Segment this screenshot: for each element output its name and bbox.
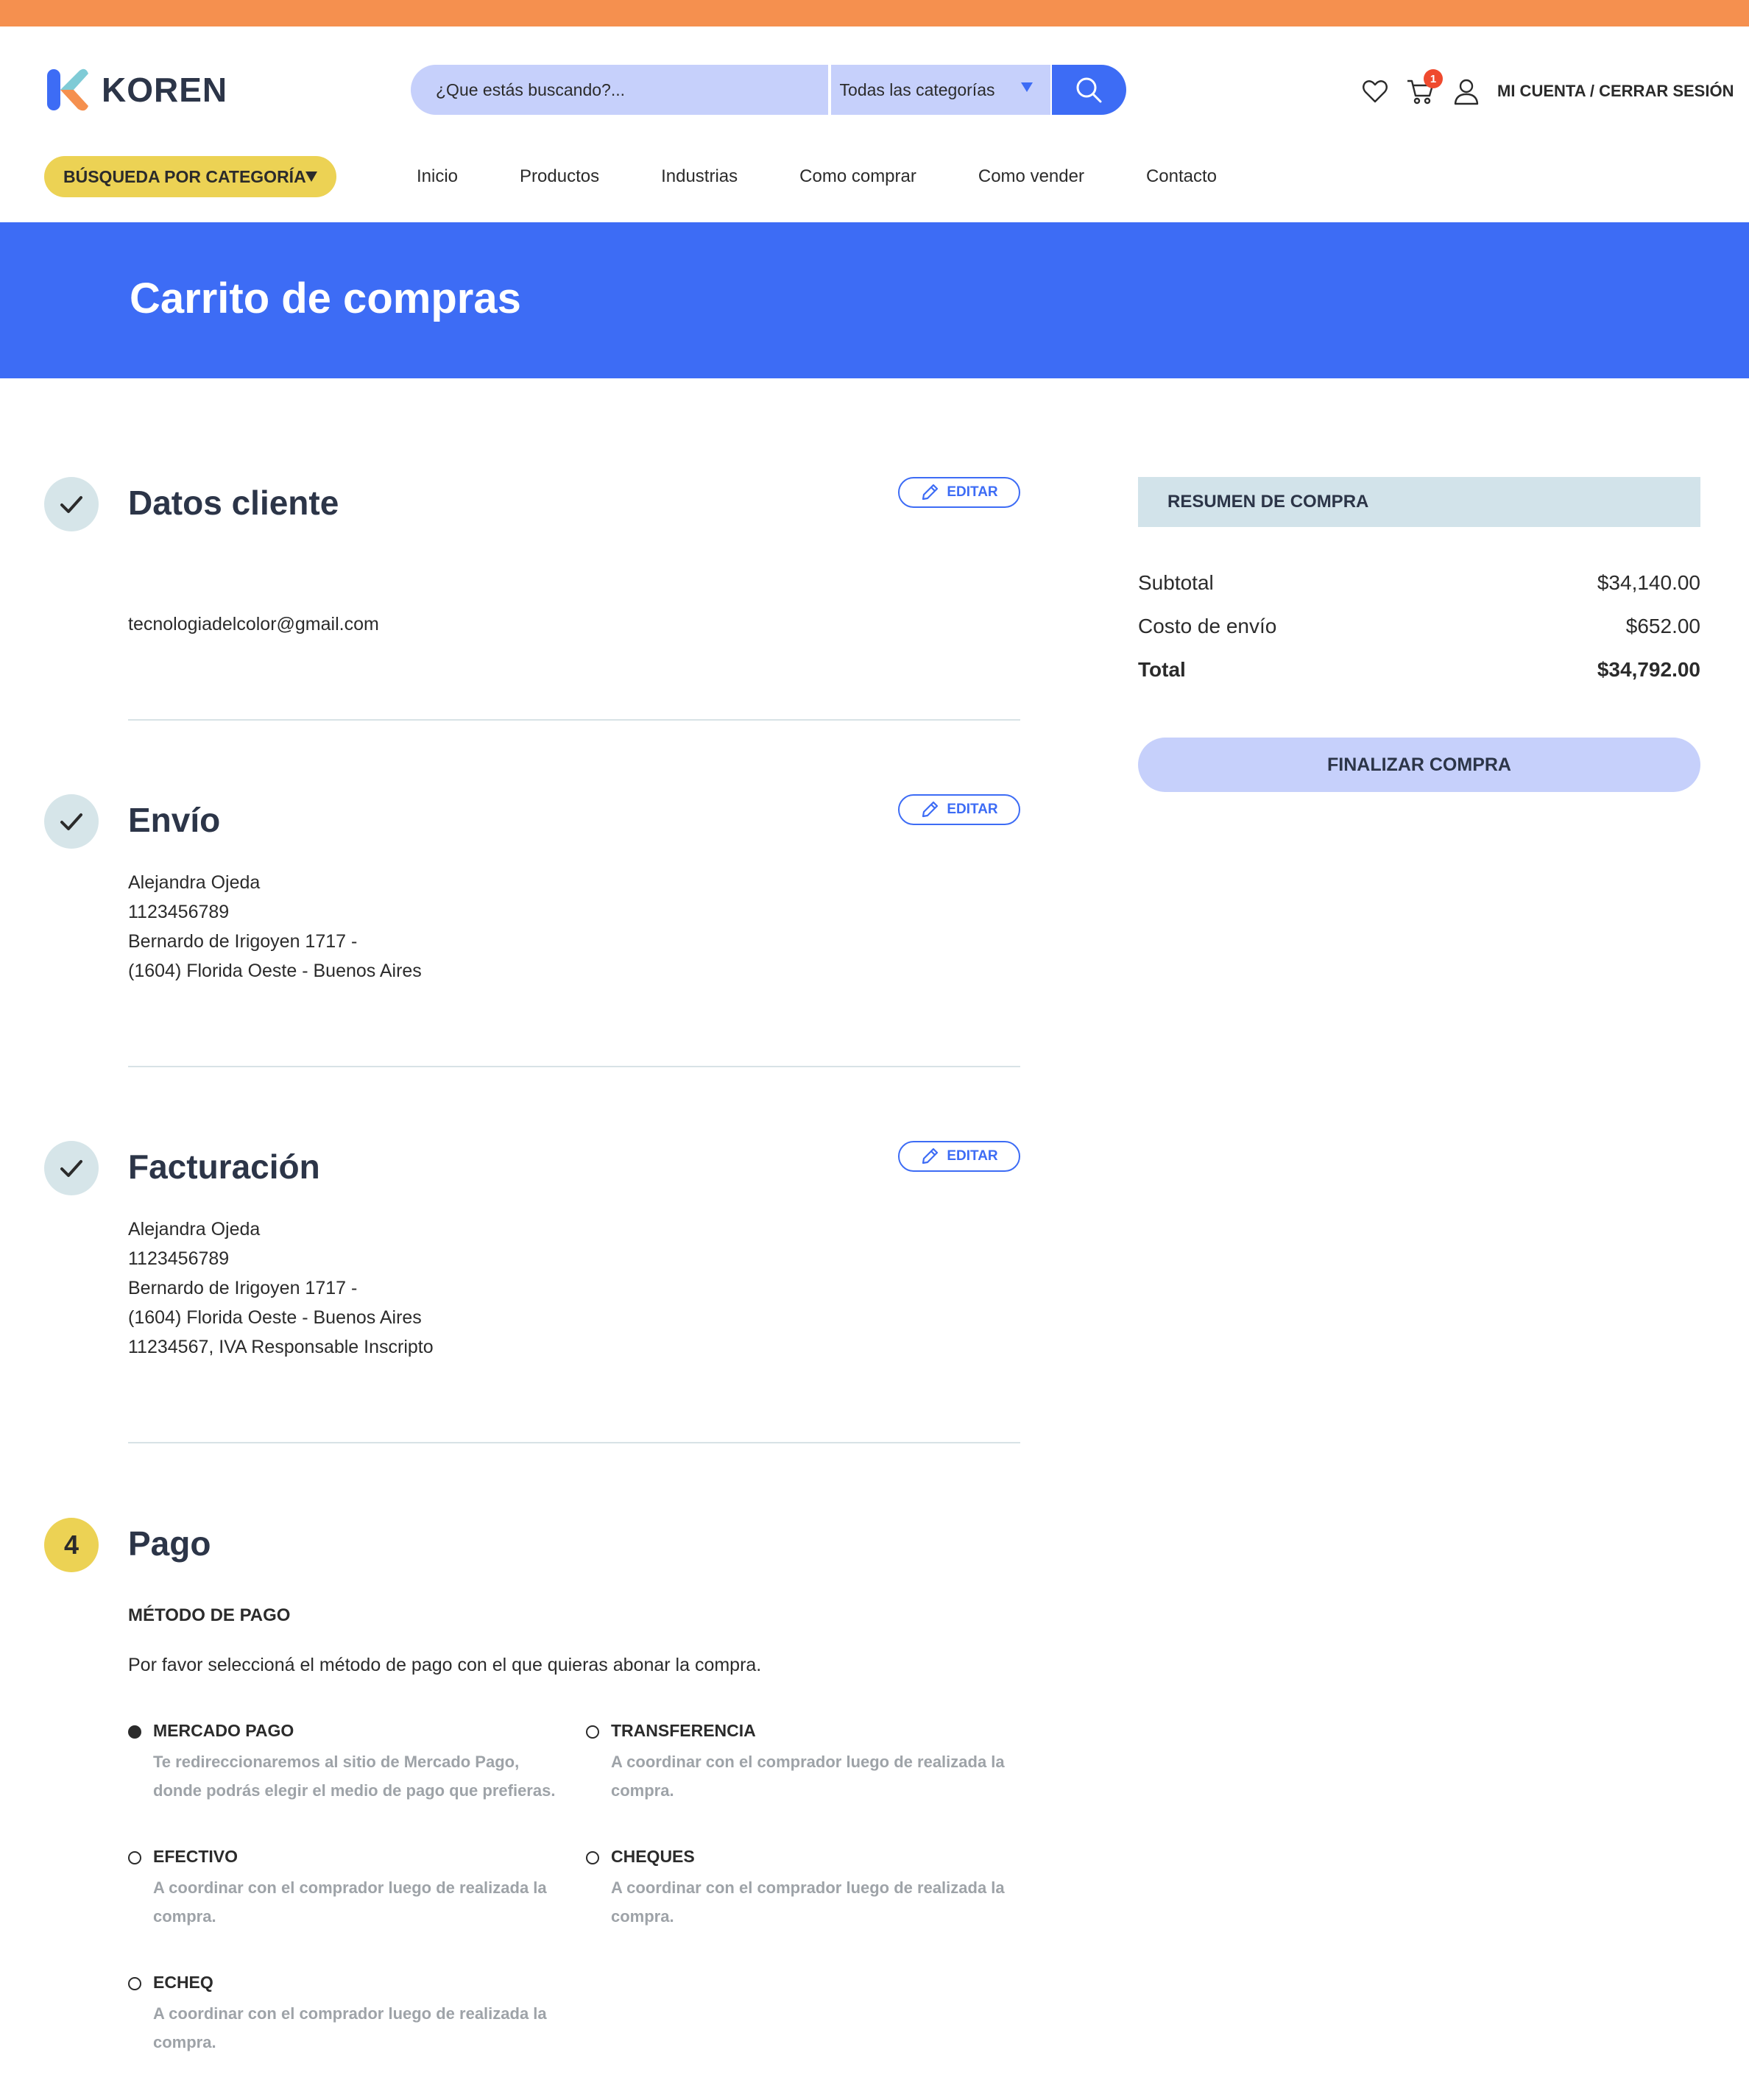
total-value: $34,792.00: [1597, 658, 1700, 681]
step-title: Datos cliente: [128, 484, 339, 522]
checkmark-icon: [60, 813, 82, 830]
wishlist-button[interactable]: [1357, 74, 1393, 109]
heart-icon: [1363, 80, 1388, 103]
radio-button[interactable]: [586, 1725, 599, 1739]
pencil-icon: [922, 801, 939, 818]
koren-logo-icon: [47, 68, 88, 111]
edit-label: EDITAR: [947, 484, 998, 500]
step-number-badge: 4: [44, 1518, 99, 1572]
checkmark-icon: [60, 1160, 82, 1177]
edit-cliente-button[interactable]: EDITAR: [898, 477, 1020, 508]
payment-method-label: MÉTODO DE PAGO: [128, 1605, 291, 1625]
shipping-cost-value: $652.00: [1625, 615, 1700, 637]
radio-button[interactable]: [128, 1725, 141, 1739]
category-search-button[interactable]: BÚSQUEDA POR CATEGORÍA: [44, 156, 336, 197]
billing-tax-id: 11234567, IVA Responsable Inscripto: [128, 1337, 434, 1357]
payment-option-name: EFECTIVO: [153, 1847, 239, 1866]
search-input[interactable]: [411, 65, 828, 115]
step-complete-badge: [44, 794, 99, 849]
summary-total-row: Total $34,792.00: [1138, 658, 1700, 682]
billing-city: (1604) Florida Oeste - Buenos Aires: [128, 1307, 422, 1328]
checkmark-icon: [60, 496, 82, 513]
payment-option-desc: A coordinar con el comprador luego de re…: [611, 1753, 1005, 1800]
account-icon-button[interactable]: [1449, 74, 1484, 109]
category-select[interactable]: Todas las categorías: [830, 65, 1050, 115]
radio-button[interactable]: [128, 1851, 141, 1864]
subtotal-value: $34,140.00: [1597, 571, 1700, 594]
page-title: Carrito de compras: [130, 275, 521, 322]
divider: [128, 719, 1020, 721]
category-search-label: BÚSQUEDA POR CATEGORÍA: [63, 166, 306, 186]
subtotal-label: Subtotal: [1138, 571, 1214, 594]
cart-button[interactable]: 1: [1403, 69, 1443, 109]
divider: [128, 1066, 1020, 1067]
billing-name: Alejandra Ojeda: [128, 1219, 261, 1240]
nav-item-como-comprar[interactable]: Como comprar: [799, 166, 916, 187]
payment-instructions: Por favor seleccioná el método de pago c…: [128, 1655, 762, 1675]
billing-phone: 1123456789: [128, 1248, 230, 1269]
site-header: KOREN Todas las categorías 1: [0, 26, 1749, 221]
nav-item-inicio[interactable]: Inicio: [417, 166, 458, 187]
pencil-icon: [922, 1148, 939, 1164]
edit-envio-button[interactable]: EDITAR: [898, 794, 1020, 825]
brand-name: KOREN: [102, 71, 228, 109]
category-select-value: Todas las categorías: [839, 79, 995, 99]
edit-facturacion-button[interactable]: EDITAR: [898, 1141, 1020, 1172]
nav-item-contacto[interactable]: Contacto: [1146, 166, 1217, 187]
shipping-city: (1604) Florida Oeste - Buenos Aires: [128, 961, 422, 981]
summary-subtotal-row: Subtotal $34,140.00: [1138, 571, 1700, 595]
shipping-street: Bernardo de Irigoyen 1717 -: [128, 931, 358, 952]
payment-option-name: ECHEQ: [153, 1973, 213, 1992]
step-title: Envío: [128, 801, 221, 839]
billing-street: Bernardo de Irigoyen 1717 -: [128, 1278, 358, 1298]
shipping-name: Alejandra Ojeda: [128, 872, 261, 893]
payment-option-name: CHEQUES: [611, 1847, 695, 1866]
account-logout-link[interactable]: MI CUENTA / CERRAR SESIÓN: [1497, 82, 1734, 101]
nav-item-como-vender[interactable]: Como vender: [978, 166, 1084, 187]
total-label: Total: [1138, 658, 1186, 681]
chevron-down-icon: [1020, 82, 1033, 92]
edit-label: EDITAR: [947, 802, 998, 817]
nav-item-productos[interactable]: Productos: [520, 166, 599, 187]
search-icon: [1076, 77, 1102, 103]
page-banner: Carrito de compras: [0, 222, 1749, 378]
radio-button[interactable]: [586, 1851, 599, 1864]
header-actions: 1 MI CUENTA / CERRAR SESIÓN: [1357, 69, 1734, 113]
user-icon: [1454, 79, 1479, 105]
edit-label: EDITAR: [947, 1148, 998, 1164]
radio-button[interactable]: [128, 1977, 141, 1990]
top-accent-bar: [0, 0, 1749, 26]
divider: [128, 1442, 1020, 1443]
payment-option-desc: A coordinar con el comprador luego de re…: [153, 2004, 547, 2051]
step-complete-badge: [44, 1141, 99, 1195]
order-summary-header: RESUMEN DE COMPRA: [1138, 477, 1700, 527]
logo[interactable]: KOREN: [44, 66, 227, 113]
summary-shipping-row: Costo de envío $652.00: [1138, 615, 1700, 638]
step-title: Pago: [128, 1524, 211, 1563]
payment-option-name: TRANSFERENCIA: [611, 1721, 756, 1740]
chevron-down-icon: [305, 172, 317, 182]
client-email: tecnologiadelcolor@gmail.com: [128, 614, 379, 634]
cart-count-badge: 1: [1424, 69, 1443, 88]
shipping-address: Alejandra Ojeda 1123456789 Bernardo de I…: [128, 868, 422, 986]
payment-option-desc: A coordinar con el comprador luego de re…: [153, 1878, 547, 1926]
search-bar: Todas las categorías: [411, 65, 1127, 115]
payment-option-name: MERCADO PAGO: [153, 1721, 294, 1740]
shipping-phone: 1123456789: [128, 902, 230, 922]
step-title: Facturación: [128, 1148, 320, 1186]
checkout-button[interactable]: FINALIZAR COMPRA: [1138, 738, 1700, 792]
payment-option-desc: A coordinar con el comprador luego de re…: [611, 1878, 1005, 1926]
pencil-icon: [922, 484, 939, 501]
payment-option-desc: Te redireccionaremos al sitio de Mercado…: [153, 1753, 556, 1800]
search-button[interactable]: [1051, 65, 1127, 115]
shipping-cost-label: Costo de envío: [1138, 615, 1277, 637]
nav-item-industrias[interactable]: Industrias: [661, 166, 738, 187]
step-complete-badge: [44, 477, 99, 531]
main-nav: Inicio Productos Industrias Como comprar…: [417, 156, 1279, 197]
billing-details: Alejandra Ojeda 1123456789 Bernardo de I…: [128, 1215, 434, 1362]
